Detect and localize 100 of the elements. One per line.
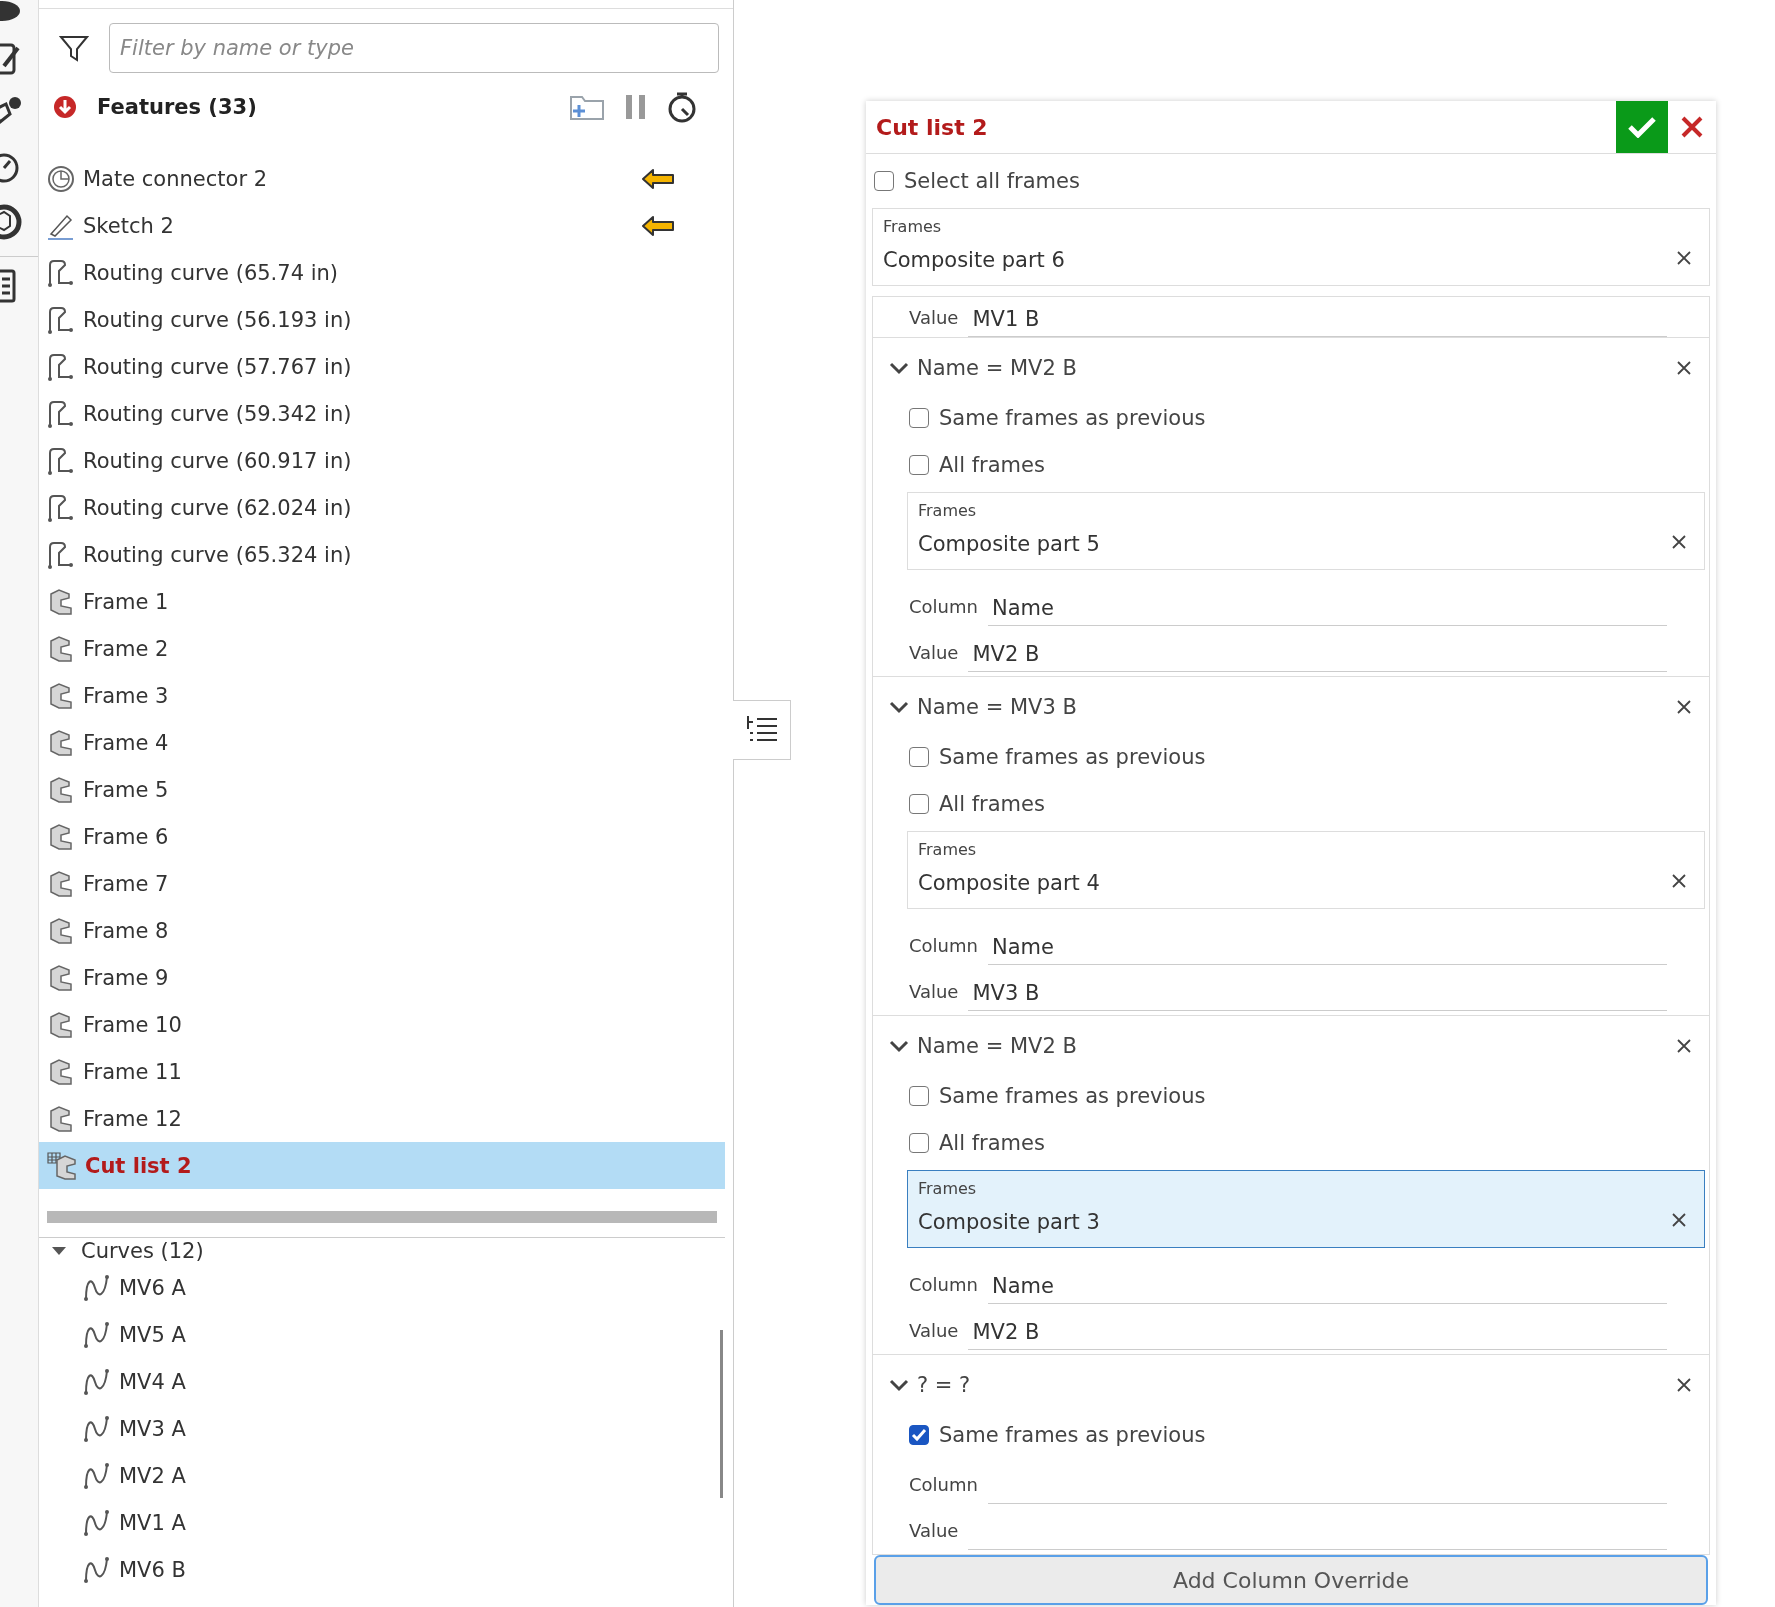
stopwatch-icon[interactable] xyxy=(667,91,697,123)
feature-item[interactable]: Routing curve (60.917 in) xyxy=(39,437,733,484)
checkbox[interactable] xyxy=(909,1085,929,1106)
chevron-icon[interactable] xyxy=(889,1039,909,1053)
feature-item[interactable]: Routing curve (65.324 in) xyxy=(39,531,733,578)
checkbox-label: Same frames as previous xyxy=(939,1422,1206,1447)
frames-selection-field[interactable]: Frames Composite part 5 xyxy=(907,492,1705,570)
field-label: Value xyxy=(909,1320,959,1343)
accept-button[interactable] xyxy=(1616,101,1668,153)
column-field[interactable]: Name xyxy=(987,596,1667,626)
feature-item[interactable]: Frame 3 xyxy=(39,672,733,719)
spline-curve-icon xyxy=(83,1367,111,1396)
checkbox[interactable] xyxy=(874,171,894,191)
rollback-arrow-icon[interactable] xyxy=(641,214,675,237)
filter-icon[interactable] xyxy=(59,33,89,63)
curve-label: MV4 A xyxy=(119,1369,186,1394)
vertical-scrollbar[interactable] xyxy=(720,1330,723,1498)
filter-field[interactable]: Filter by name or type xyxy=(109,23,719,73)
value-field[interactable]: MV1 B xyxy=(968,307,1667,337)
remove-icon[interactable] xyxy=(1672,535,1686,549)
frames-selection-field[interactable]: Frames Composite part 6 xyxy=(872,208,1710,286)
checkmark-icon xyxy=(1628,116,1656,138)
curve-item[interactable]: MV4 A xyxy=(39,1358,725,1405)
feature-item[interactable]: Frame 9 xyxy=(39,954,733,1001)
chevron-icon[interactable] xyxy=(889,361,909,375)
checkbox[interactable] xyxy=(909,454,929,475)
frames-selection-field[interactable]: Frames Composite part 3 xyxy=(907,1170,1705,1248)
feature-item[interactable]: Cut list 2 xyxy=(39,1142,725,1189)
routing-curve-icon xyxy=(47,258,75,287)
field-label: Value xyxy=(909,1520,959,1543)
value-field[interactable]: MV2 B xyxy=(968,642,1667,672)
frame-profile-icon xyxy=(47,587,75,616)
feature-item[interactable]: Frame 8 xyxy=(39,907,733,954)
frames-selection-field[interactable]: Frames Composite part 4 xyxy=(907,831,1705,909)
field-label: Value xyxy=(909,642,959,665)
feature-item[interactable]: Frame 4 xyxy=(39,719,733,766)
remove-icon[interactable] xyxy=(1677,361,1691,375)
feature-item[interactable]: Frame 5 xyxy=(39,766,733,813)
feature-item[interactable]: Routing curve (62.024 in) xyxy=(39,484,733,531)
edit-document-icon[interactable] xyxy=(0,42,20,76)
curves-group-header[interactable]: Curves (12) xyxy=(39,1238,725,1264)
feature-item[interactable]: Routing curve (59.342 in) xyxy=(39,390,733,437)
remove-icon[interactable] xyxy=(1672,1213,1686,1227)
feature-item[interactable]: Frame 7 xyxy=(39,860,733,907)
feature-item[interactable]: Frame 11 xyxy=(39,1048,733,1095)
remove-icon[interactable] xyxy=(1672,874,1686,888)
feature-item[interactable]: Frame 12 xyxy=(39,1095,733,1142)
feature-item[interactable]: Sketch 2 xyxy=(39,202,733,249)
feature-label: Routing curve (56.193 in) xyxy=(83,307,352,332)
mate-connector-icon xyxy=(47,164,75,193)
field-label: Value xyxy=(909,981,959,1004)
feature-item[interactable]: Frame 10 xyxy=(39,1001,733,1048)
frame-profile-icon xyxy=(47,634,75,663)
feature-list-toggle-button[interactable] xyxy=(733,700,791,760)
feature-item[interactable]: Routing curve (65.74 in) xyxy=(39,249,733,296)
feature-item[interactable]: Routing curve (56.193 in) xyxy=(39,296,733,343)
remove-icon[interactable] xyxy=(1677,1039,1691,1053)
chevron-icon[interactable] xyxy=(889,700,909,714)
add-column-override-button[interactable]: Add Column Override xyxy=(874,1555,1708,1605)
checkbox[interactable] xyxy=(909,407,929,428)
column-field[interactable]: Name xyxy=(987,1274,1667,1304)
feature-label: Cut list 2 xyxy=(85,1153,192,1178)
override-title: Name = MV2 B xyxy=(917,1034,1077,1058)
list-icon[interactable] xyxy=(0,269,16,303)
caret-icon[interactable] xyxy=(51,1245,67,1257)
curve-item[interactable]: MV3 A xyxy=(39,1405,725,1452)
chevron-icon[interactable] xyxy=(889,1378,909,1392)
rollback-arrow-icon[interactable] xyxy=(641,167,675,190)
new-folder-icon[interactable] xyxy=(569,93,605,121)
feature-label: Frame 9 xyxy=(83,965,169,990)
checkbox[interactable] xyxy=(909,746,929,767)
value-field[interactable]: MV2 B xyxy=(968,1320,1667,1350)
checkbox[interactable] xyxy=(909,793,929,814)
remove-icon[interactable] xyxy=(1677,700,1691,714)
curve-item[interactable]: MV2 A xyxy=(39,1452,725,1499)
checkbox[interactable] xyxy=(909,1132,929,1153)
checkbox[interactable] xyxy=(909,1424,929,1445)
feature-item[interactable]: Routing curve (57.767 in) xyxy=(39,343,733,390)
spline-curve-icon xyxy=(83,1508,111,1537)
curve-label: MV6 A xyxy=(119,1275,186,1300)
remove-icon[interactable] xyxy=(1677,1378,1691,1392)
feature-item[interactable]: Frame 1 xyxy=(39,578,733,625)
remove-icon[interactable] xyxy=(1677,251,1691,265)
curve-item[interactable]: MV1 A xyxy=(39,1499,725,1546)
curve-item[interactable]: MV6 A xyxy=(39,1264,725,1311)
horizontal-scrollbar[interactable] xyxy=(47,1211,717,1223)
curve-item[interactable]: MV6 B xyxy=(39,1546,725,1593)
curve-item[interactable]: MV5 A xyxy=(39,1311,725,1358)
pause-icon[interactable] xyxy=(625,93,647,121)
feature-label: Frame 5 xyxy=(83,777,169,802)
feature-item[interactable]: Frame 2 xyxy=(39,625,733,672)
feature-label: Frame 3 xyxy=(83,683,169,708)
field-label: Column xyxy=(909,1274,978,1297)
column-field[interactable]: Name xyxy=(987,935,1667,965)
feature-item[interactable]: Frame 6 xyxy=(39,813,733,860)
spline-curve-icon xyxy=(83,1555,111,1584)
rollback-down-icon[interactable] xyxy=(53,95,77,119)
feature-item[interactable]: Mate connector 2 xyxy=(39,155,733,202)
feature-label: Frame 10 xyxy=(83,1012,182,1037)
value-field[interactable]: MV3 B xyxy=(968,981,1667,1011)
